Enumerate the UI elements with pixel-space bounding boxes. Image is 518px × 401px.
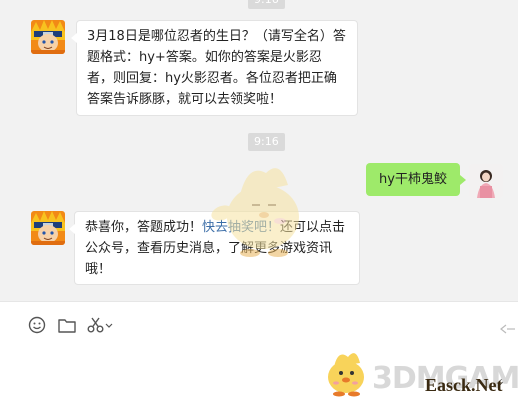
input-toolbar	[26, 314, 122, 336]
my-avatar[interactable]	[469, 164, 503, 198]
mascot-logo-icon	[328, 353, 364, 397]
scissors-icon	[87, 317, 113, 333]
official-account-avatar[interactable]	[31, 211, 65, 245]
naruto-avatar-icon	[31, 211, 65, 245]
input-panel: 3DMGAME Easck.Net	[0, 301, 518, 401]
screenshot-button[interactable]	[86, 314, 114, 336]
site-text: Easck.Net	[425, 375, 503, 395]
emoji-button[interactable]	[26, 314, 48, 336]
emoji-icon	[28, 316, 46, 334]
message-bubble-question[interactable]: 3月18日是哪位忍者的生日？（请写全名）答题格式：hy+答案。如你的答案是火影忍…	[71, 20, 358, 116]
official-account-avatar[interactable]	[31, 20, 65, 54]
message-text: 恭喜你，答题成功！	[85, 220, 203, 235]
send-file-button[interactable]	[56, 314, 78, 336]
collapse-icon[interactable]	[500, 324, 516, 334]
message-text: hy干柿鬼鲛	[379, 172, 447, 187]
folder-icon	[58, 319, 76, 333]
lottery-link[interactable]: 快去抽奖吧！	[202, 220, 280, 235]
timestamp: 9:16	[248, 0, 285, 9]
message-text: 3月18日是哪位忍者的生日？（请写全名）答题格式：hy+答案。如你的答案是火影忍…	[87, 29, 346, 107]
girl-avatar-icon	[469, 164, 503, 198]
timestamp: 9:16	[248, 133, 285, 151]
naruto-avatar-icon	[31, 20, 65, 54]
message-bubble-reply[interactable]: 恭喜你，答题成功！快去抽奖吧！还可以点击公众号，查看历史消息，了解更多游戏资讯哦…	[69, 211, 360, 285]
site-watermark: 3DMGAME Easck.Net	[322, 347, 518, 399]
my-message-bubble[interactable]: hy干柿鬼鲛	[366, 163, 466, 196]
chat-history[interactable]: 9:16 3月18日是哪位忍者的生日？（请写全名）答题格式：hy+答案。如你的答…	[0, 0, 518, 301]
